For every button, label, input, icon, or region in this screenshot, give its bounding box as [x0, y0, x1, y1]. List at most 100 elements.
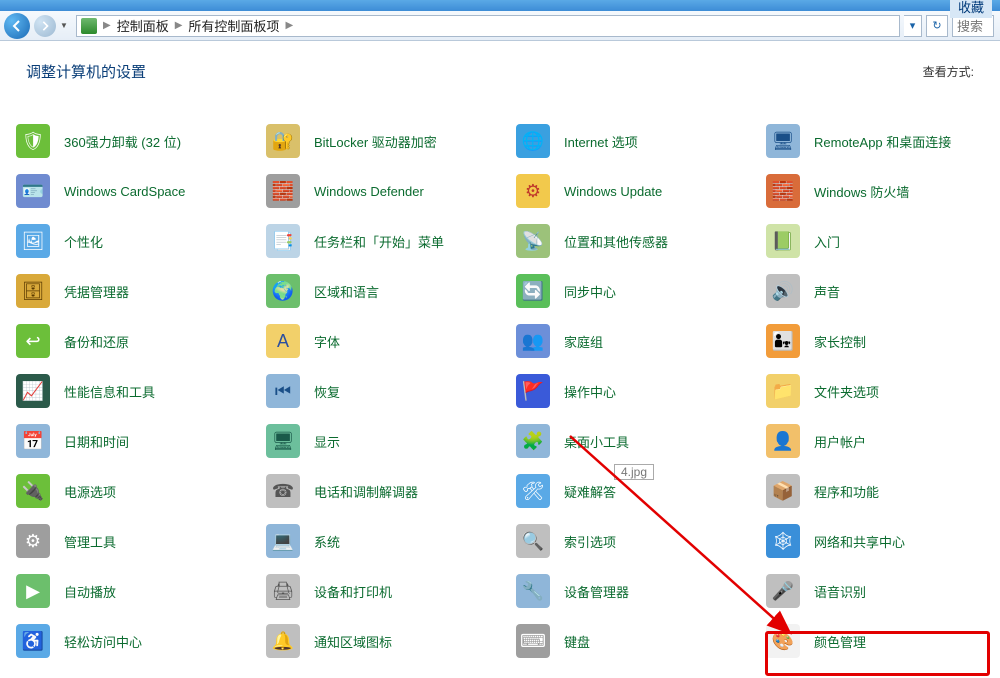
firewall-icon: 🧱 — [766, 174, 800, 208]
system-icon: 💻 — [266, 524, 300, 558]
control-panel-item[interactable]: 🖥RemoteApp 和桌面连接 — [764, 116, 1000, 166]
item-label: 自动播放 — [64, 582, 116, 601]
control-panel-item[interactable]: 💻 系统 — [264, 516, 514, 566]
control-panel-item[interactable]: 👥 家庭组 — [514, 316, 764, 366]
refresh-button[interactable]: ↻ — [926, 15, 948, 37]
history-dropdown-icon[interactable]: ▼ — [60, 21, 72, 30]
ease-of-access-icon: ♿ — [16, 624, 50, 658]
item-label: 家长控制 — [814, 332, 866, 351]
control-panel-item[interactable]: 🔍索引选项 — [514, 516, 764, 566]
control-panel-item[interactable]: 📑 任务栏和「开始」菜单 — [264, 216, 514, 266]
control-panel-item[interactable]: 👤用户帐户 — [764, 416, 1000, 466]
address-dropdown-button[interactable]: ▾ — [904, 15, 922, 37]
item-label: 区域和语言 — [314, 282, 379, 301]
control-panel-item[interactable]: 🔔通知区域图标 — [264, 616, 514, 666]
item-label: 家庭组 — [564, 332, 603, 351]
item-label: 文件夹选项 — [814, 382, 879, 401]
personalization-icon: 🖼 — [16, 224, 50, 258]
forward-button[interactable] — [34, 15, 56, 37]
control-panel-grid: 🛡360强力卸载 (32 位)🔐BitLocker 驱动器加密🌐Internet… — [0, 86, 1000, 678]
control-panel-item[interactable]: 📡位置和其他传感器 — [514, 216, 764, 266]
control-panel-item[interactable]: 👨‍👧 家长控制 — [764, 316, 1000, 366]
getting-started-icon: 📗 — [766, 224, 800, 258]
credential-manager-icon: 🗄 — [16, 274, 50, 308]
control-panel-item[interactable]: 🎤语音识别 — [764, 566, 1000, 616]
control-panel-item[interactable]: ▶ 自动播放 — [14, 566, 264, 616]
control-panel-item[interactable]: 🗄凭据管理器 — [14, 266, 264, 316]
control-panel-item[interactable]: 🚩操作中心 — [514, 366, 764, 416]
control-panel-item[interactable]: 🛡360强力卸载 (32 位) — [14, 116, 264, 166]
control-panel-item[interactable]: 🧩桌面小工具 — [514, 416, 764, 466]
user-accounts-icon: 👤 — [766, 424, 800, 458]
control-panel-item[interactable]: ⏮恢复 — [264, 366, 514, 416]
display-icon: 🖥 — [266, 424, 300, 458]
control-panel-item[interactable]: 🔧设备管理器 — [514, 566, 764, 616]
item-label: 电话和调制解调器 — [314, 482, 418, 501]
control-panel-item[interactable]: ⚙管理工具 — [14, 516, 264, 566]
control-panel-item[interactable]: 📈性能信息和工具 — [14, 366, 264, 416]
bitlocker-icon: 🔐 — [266, 124, 300, 158]
control-panel-item[interactable]: 🖨设备和打印机 — [264, 566, 514, 616]
control-panel-item[interactable]: ⌨键盘 — [514, 616, 764, 666]
control-panel-item[interactable]: 🪪 Windows CardSpace — [14, 166, 264, 216]
control-panel-item[interactable]: A 字体 — [264, 316, 514, 366]
back-button[interactable] — [4, 13, 30, 39]
action-center-icon: 🚩 — [516, 374, 550, 408]
control-panel-item[interactable]: 🔌电源选项 — [14, 466, 264, 516]
fonts-icon: A — [266, 324, 300, 358]
favorites-label[interactable]: 收藏 — [950, 0, 992, 18]
breadcrumb-seg-1[interactable]: 控制面板 — [117, 16, 169, 35]
control-panel-item[interactable]: ↩备份和还原 — [14, 316, 264, 366]
address-breadcrumb[interactable]: ▶ 控制面板 ▶ 所有控制面板项 ▶ — [76, 15, 900, 37]
item-label: 疑难解答 — [564, 482, 616, 501]
location-sensors-icon: 📡 — [516, 224, 550, 258]
item-label: 备份和还原 — [64, 332, 129, 351]
item-label: 性能信息和工具 — [64, 382, 155, 401]
control-panel-item[interactable]: 🌍区域和语言 — [264, 266, 514, 316]
item-label: 设备管理器 — [564, 582, 629, 601]
control-panel-item[interactable]: 🌐Internet 选项 — [514, 116, 764, 166]
control-panel-icon — [81, 18, 97, 34]
sync-center-icon: 🔄 — [516, 274, 550, 308]
gadgets-icon: 🧩 — [516, 424, 550, 458]
item-label: 轻松访问中心 — [64, 632, 142, 651]
admin-tools-icon: ⚙ — [16, 524, 50, 558]
item-label: Windows Update — [564, 184, 662, 199]
control-panel-item[interactable]: 🧱 Windows 防火墙 — [764, 166, 1000, 216]
defender-icon: 🧱 — [266, 174, 300, 208]
control-panel-item[interactable]: 🎨颜色管理 — [764, 616, 1000, 666]
control-panel-item[interactable]: 🧱Windows Defender — [264, 166, 514, 216]
search-placeholder: 搜索 — [957, 16, 983, 35]
item-label: RemoteApp 和桌面连接 — [814, 132, 951, 151]
control-panel-item[interactable]: 🔊声音 — [764, 266, 1000, 316]
control-panel-item[interactable]: ♿ 轻松访问中心 — [14, 616, 264, 666]
item-label: Windows 防火墙 — [814, 182, 909, 201]
breadcrumb-seg-2[interactable]: 所有控制面板项 — [188, 16, 279, 35]
control-panel-item[interactable]: 📦程序和功能 — [764, 466, 1000, 516]
parental-controls-icon: 👨‍👧 — [766, 324, 800, 358]
control-panel-item[interactable]: 🖼个性化 — [14, 216, 264, 266]
item-label: 字体 — [314, 332, 340, 351]
homegroup-icon: 👥 — [516, 324, 550, 358]
item-label: 系统 — [314, 532, 340, 551]
control-panel-item[interactable]: 🔄同步中心 — [514, 266, 764, 316]
control-panel-item[interactable]: 🔐BitLocker 驱动器加密 — [264, 116, 514, 166]
control-panel-item[interactable]: 🖥显示 — [264, 416, 514, 466]
taskbar-start-icon: 📑 — [266, 224, 300, 258]
item-label: 键盘 — [564, 632, 590, 651]
control-panel-item[interactable]: 📅日期和时间 — [14, 416, 264, 466]
control-panel-item[interactable]: 📁文件夹选项 — [764, 366, 1000, 416]
internet-options-icon: 🌐 — [516, 124, 550, 158]
item-label: 任务栏和「开始」菜单 — [314, 232, 444, 251]
view-mode-label[interactable]: 查看方式: — [923, 63, 974, 80]
control-panel-item[interactable]: 📗入门 — [764, 216, 1000, 266]
control-panel-item[interactable]: ⚙Windows Update — [514, 166, 764, 216]
window-titlebar — [0, 0, 1000, 11]
autoplay-icon: ▶ — [16, 574, 50, 608]
cardspace-icon: 🪪 — [16, 174, 50, 208]
item-label: Windows CardSpace — [64, 184, 185, 199]
recovery-icon: ⏮ — [266, 374, 300, 408]
control-panel-item[interactable]: 🕸网络和共享中心 — [764, 516, 1000, 566]
control-panel-item[interactable]: ☎电话和调制解调器 — [264, 466, 514, 516]
item-label: 程序和功能 — [814, 482, 879, 501]
